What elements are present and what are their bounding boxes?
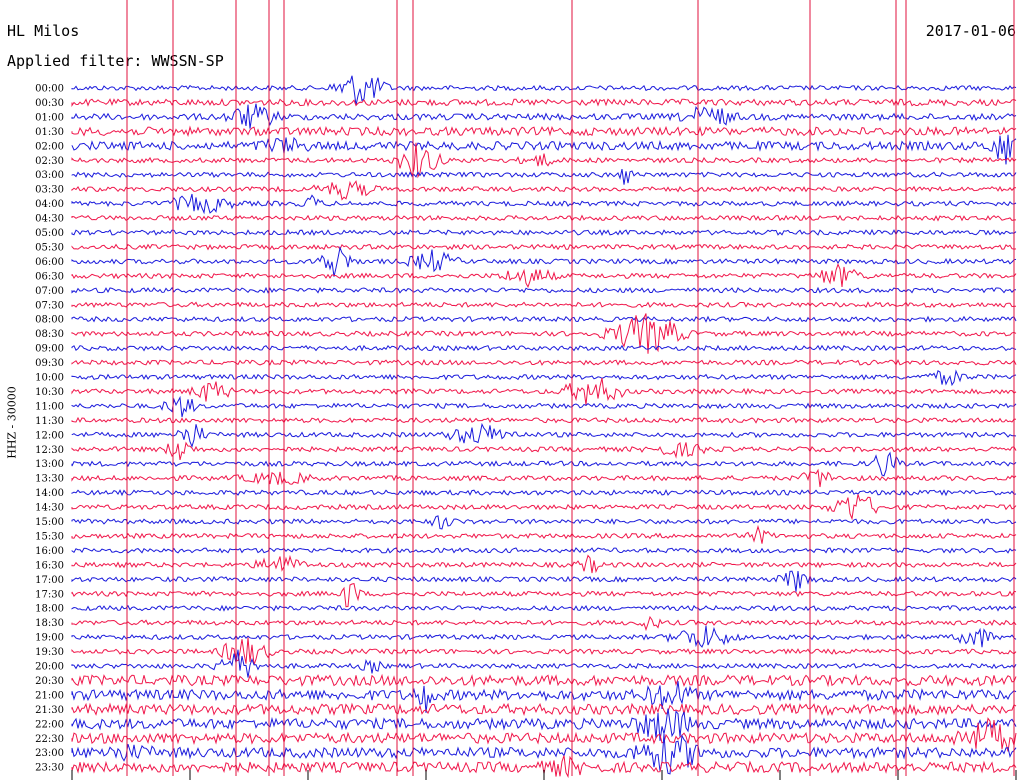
time-label: 03:30 <box>35 185 64 196</box>
time-label: 10:30 <box>35 387 64 398</box>
trace-row <box>71 246 1017 277</box>
time-label-group: 00:00 00:30 01:00 01:30 02:00 02:30 03:00 03:30… <box>35 84 64 774</box>
time-label: 10:00 <box>35 373 64 384</box>
time-label: 12:30 <box>35 445 64 456</box>
time-label: 16:00 <box>35 546 64 557</box>
trace-row <box>71 395 1017 418</box>
trace-row <box>71 554 1017 574</box>
trace-row <box>71 315 1017 323</box>
trace-row <box>71 524 1017 544</box>
time-label: 04:00 <box>35 199 64 210</box>
trace-row <box>71 243 1017 251</box>
time-label: 14:30 <box>35 503 64 514</box>
trace-row <box>71 468 1017 488</box>
trace-row <box>71 416 1017 424</box>
time-label: 17:00 <box>35 575 64 586</box>
trace-row <box>71 103 1017 129</box>
trace-row <box>71 604 1017 612</box>
time-label: 05:30 <box>35 242 64 253</box>
trace-row <box>71 301 1016 309</box>
time-label: 17:30 <box>35 589 64 600</box>
time-label: 16:30 <box>35 560 64 571</box>
time-label: 00:00 <box>35 84 64 95</box>
time-label: 18:30 <box>35 618 64 629</box>
trace-row <box>71 228 1017 237</box>
time-label: 08:30 <box>35 329 64 340</box>
trace-row <box>71 583 1017 608</box>
trace-row <box>71 489 1017 497</box>
time-label: 13:00 <box>35 459 64 470</box>
time-label: 23:30 <box>35 763 64 774</box>
time-label: 08:00 <box>35 315 64 326</box>
time-label: 21:30 <box>35 705 64 716</box>
trace-row <box>71 702 1017 717</box>
time-label: 02:00 <box>35 141 64 152</box>
trace-row <box>71 358 1017 366</box>
time-label: 19:30 <box>35 647 64 658</box>
trace-row <box>71 75 1017 106</box>
time-label: 06:30 <box>35 271 64 282</box>
time-label: 07:30 <box>35 300 64 311</box>
seismogram-plot: 00:00 00:30 01:00 01:30 02:00 02:30 03:00 03:30… <box>35 0 1017 780</box>
trace-row <box>71 615 1017 632</box>
time-label: 15:00 <box>35 517 64 528</box>
time-label: 11:30 <box>35 416 64 427</box>
time-label: 23:00 <box>35 748 64 759</box>
time-label: 05:00 <box>35 228 64 239</box>
time-label: 01:30 <box>35 127 64 138</box>
trace-row <box>71 515 1017 530</box>
bottom-tick-group <box>71 770 1017 780</box>
trace-row <box>71 377 1017 405</box>
trace-row <box>71 125 1017 138</box>
time-label: 11:00 <box>35 401 64 412</box>
trace-row <box>71 625 1017 648</box>
time-label: 03:00 <box>35 170 64 181</box>
time-label: 14:00 <box>35 488 64 499</box>
time-label: 07:00 <box>35 286 64 297</box>
trace-row <box>71 451 1017 477</box>
time-label: 04:30 <box>35 214 64 225</box>
time-label: 22:30 <box>35 734 64 745</box>
trace-row <box>71 547 1017 554</box>
time-label: 18:00 <box>35 604 64 615</box>
trace-row <box>71 168 1017 185</box>
time-label: 02:30 <box>35 156 64 167</box>
trace-row <box>71 193 1017 215</box>
time-label: 13:30 <box>35 474 64 485</box>
time-label: 12:00 <box>35 430 64 441</box>
time-label: 20:00 <box>35 662 64 673</box>
time-label: 09:00 <box>35 344 64 355</box>
time-label: 00:30 <box>35 98 64 109</box>
time-label: 15:30 <box>35 531 64 542</box>
time-label: 22:00 <box>35 719 64 730</box>
time-label: 01:00 <box>35 112 64 123</box>
trace-row <box>71 441 1017 461</box>
trace-row <box>71 570 1017 592</box>
trace-row <box>71 180 1017 201</box>
trace-row <box>71 214 1016 222</box>
time-label: 21:00 <box>35 690 64 701</box>
time-label: 09:30 <box>35 358 64 369</box>
trace-row <box>71 494 1017 521</box>
trace-row <box>71 637 1017 665</box>
trace-row <box>71 673 1017 688</box>
time-label: 19:00 <box>35 633 64 644</box>
trace-row <box>71 369 1017 387</box>
trace-row <box>71 344 1017 352</box>
trace-row <box>71 422 1017 448</box>
time-label: 20:30 <box>35 676 64 687</box>
time-label: 06:00 <box>35 257 64 268</box>
trace-row <box>71 263 1017 289</box>
trace-row <box>71 97 1017 108</box>
trace-row <box>71 286 1017 294</box>
trace-group <box>71 75 1017 779</box>
